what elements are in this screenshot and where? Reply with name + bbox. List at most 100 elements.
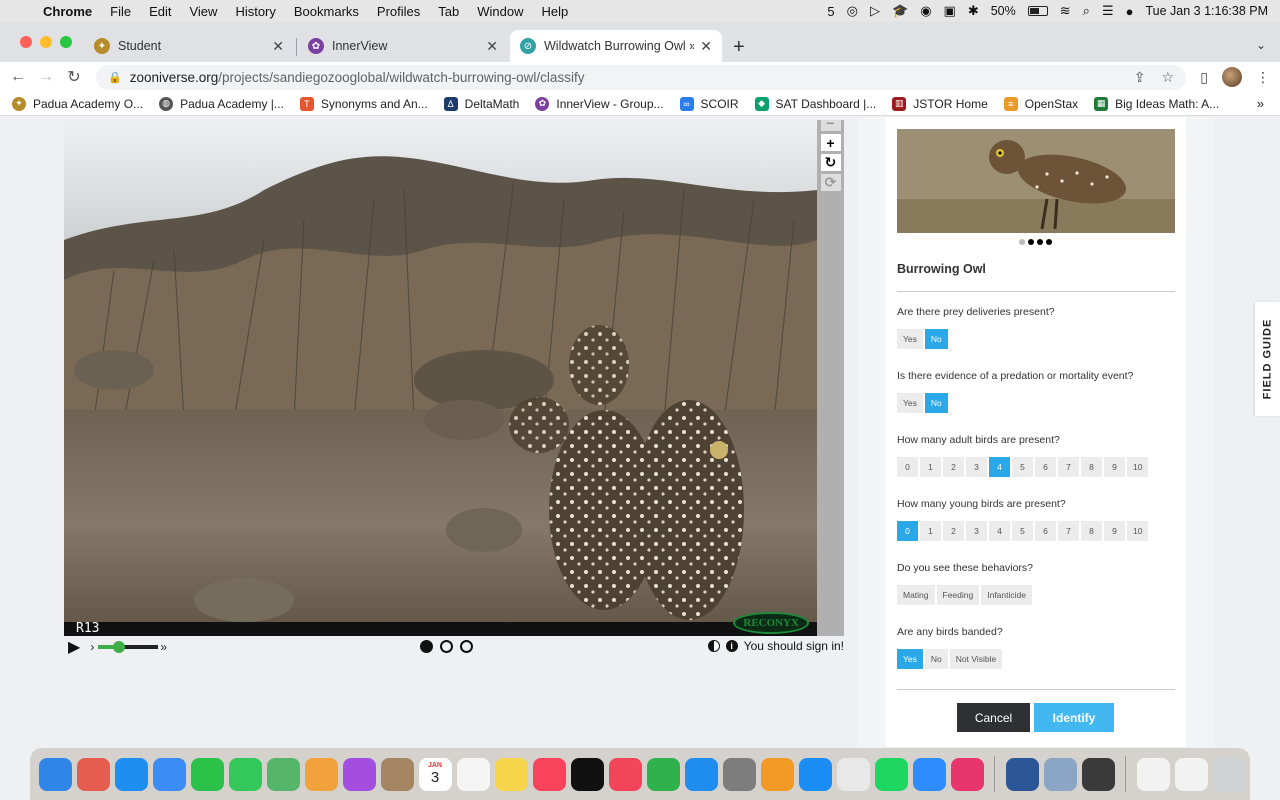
cancel-button[interactable]: Cancel [957, 703, 1030, 732]
quicktime-icon[interactable] [1081, 757, 1115, 791]
info-icon[interactable]: i [725, 640, 738, 652]
slower-chevron-icon[interactable]: › [90, 640, 94, 654]
menu-bookmarks[interactable]: Bookmarks [285, 4, 368, 19]
document-icon-2[interactable] [1174, 757, 1208, 791]
airdrop-icon[interactable]: ◉ [920, 3, 931, 19]
speed-slider-knob[interactable] [112, 641, 125, 653]
preview-icon[interactable] [1043, 757, 1077, 791]
answer-button[interactable]: Infanticide [981, 585, 1032, 605]
messages-icon[interactable] [228, 757, 262, 791]
tab-wildwatch[interactable]: ⊘ Wildwatch Burrowing Owl » Cla ✕ [510, 30, 722, 62]
answer-button[interactable]: Yes [897, 649, 923, 669]
answer-button[interactable]: Mating [897, 585, 935, 605]
siri-icon[interactable]: ● [1126, 4, 1134, 19]
answer-button[interactable]: Not Visible [949, 649, 1003, 669]
mail-icon[interactable] [152, 757, 186, 791]
menu-edit[interactable]: Edit [140, 4, 180, 19]
avatar[interactable] [1222, 67, 1242, 87]
bookmark-item[interactable]: ✿ InnerView - Group... [535, 96, 664, 111]
identify-button[interactable]: Identify [1034, 703, 1114, 732]
answer-button[interactable]: 6 [1035, 521, 1056, 541]
answer-button[interactable]: 7 [1058, 457, 1079, 477]
forward-arrow-icon[interactable]: → [32, 68, 60, 86]
bookmark-star-icon[interactable]: ☆ [1161, 69, 1174, 86]
answer-button[interactable]: 8 [1081, 521, 1102, 541]
playback-speed-slider[interactable] [98, 641, 159, 653]
word-icon[interactable] [1005, 757, 1039, 791]
bookmark-item[interactable]: ◍ Padua Academy |... [159, 96, 284, 111]
answer-button[interactable]: 8 [1081, 457, 1102, 477]
screen-icon[interactable]: ▣ [944, 3, 956, 19]
play-status-icon[interactable]: ▷ [870, 3, 880, 19]
launchpad-icon[interactable] [76, 757, 110, 791]
bookmark-item[interactable]: ∞ SCOIR [679, 96, 739, 111]
answer-button[interactable]: No [924, 329, 948, 349]
faster-chevron-icon[interactable]: » [160, 640, 167, 654]
tab-innerview[interactable]: ✿ InnerView ✕ [298, 30, 508, 62]
zoom-icon[interactable] [912, 757, 946, 791]
numbers-icon[interactable] [646, 757, 680, 791]
battery-icon[interactable] [1027, 6, 1048, 16]
answer-button[interactable]: 6 [1035, 457, 1056, 477]
answer-button[interactable]: Yes [897, 329, 923, 349]
back-arrow-icon[interactable]: ← [4, 68, 32, 86]
answer-button[interactable]: 0 [897, 521, 918, 541]
bookmark-item[interactable]: Δ DeltaMath [443, 96, 519, 111]
tab-student[interactable]: ✦ Student ✕ [84, 30, 294, 62]
answer-button[interactable]: 3 [966, 521, 987, 541]
facetime-icon[interactable] [190, 757, 224, 791]
menu-tab[interactable]: Tab [429, 4, 468, 19]
frame-dot[interactable] [420, 640, 433, 653]
wifi-icon[interactable]: ≋ [1060, 3, 1071, 19]
field-guide-tab[interactable]: FIELD GUIDE [1255, 302, 1280, 416]
answer-button[interactable]: 1 [920, 521, 941, 541]
system-preferences-icon[interactable] [722, 757, 756, 791]
camera-trap-photo[interactable]: R13 RECONYX [64, 120, 817, 636]
creative-cloud-icon[interactable] [950, 757, 984, 791]
new-tab-button[interactable]: + [733, 36, 745, 59]
app-store-icon[interactable] [798, 757, 832, 791]
answer-button[interactable]: 4 [989, 521, 1010, 541]
tab-search-chevron-icon[interactable]: ⌄ [1256, 38, 1266, 52]
photos-icon[interactable] [304, 757, 338, 791]
finder-icon[interactable] [38, 757, 72, 791]
answer-button[interactable]: 2 [943, 521, 964, 541]
answer-button[interactable]: Feeding [936, 585, 980, 605]
zoom-window-button[interactable] [60, 36, 72, 48]
close-window-button[interactable] [20, 36, 32, 48]
battery-percent[interactable]: 50% [991, 4, 1016, 18]
bookmark-item[interactable]: ≡ OpenStax [1003, 96, 1078, 111]
close-tab-icon[interactable]: ✕ [272, 38, 284, 55]
tv-icon[interactable] [570, 757, 604, 791]
answer-button[interactable]: Yes [897, 393, 923, 413]
news-icon[interactable] [608, 757, 642, 791]
carousel-dot[interactable] [1028, 239, 1034, 245]
maps-icon[interactable] [266, 757, 300, 791]
pages-icon[interactable] [760, 757, 794, 791]
creative-cloud-status-icon[interactable]: ◎ [847, 3, 858, 19]
close-tab-icon[interactable]: ✕ [486, 38, 498, 55]
calendar-icon[interactable]: JAN 3 [418, 757, 452, 791]
five-icon[interactable]: 5 [827, 4, 834, 19]
menu-view[interactable]: View [180, 4, 226, 19]
menu-app-name[interactable]: Chrome [34, 4, 101, 19]
menu-history[interactable]: History [226, 4, 284, 19]
spotify-icon[interactable] [874, 757, 908, 791]
menu-file[interactable]: File [101, 4, 140, 19]
kebab-menu-icon[interactable]: ⋮ [1256, 69, 1270, 86]
reminders-icon[interactable] [456, 757, 490, 791]
graduation-cap-icon[interactable]: 🎓 [892, 3, 908, 19]
answer-button[interactable]: 4 [989, 457, 1010, 477]
trash-icon[interactable] [1212, 757, 1246, 791]
answer-button[interactable]: 10 [1127, 521, 1149, 541]
control-center-icon[interactable]: ☰ [1102, 3, 1114, 19]
carousel-dot[interactable] [1019, 239, 1025, 245]
bluetooth-icon[interactable]: ✱ [968, 3, 979, 19]
notes-icon[interactable] [494, 757, 528, 791]
invert-colors-icon[interactable] [707, 640, 720, 652]
zoom-in-icon[interactable]: + [820, 134, 841, 151]
bookmarks-overflow-chevron-icon[interactable]: » [1257, 96, 1264, 111]
clock[interactable]: Tue Jan 3 1:16:38 PM [1145, 4, 1268, 18]
music-icon[interactable] [532, 757, 566, 791]
carousel-dot[interactable] [1037, 239, 1043, 245]
